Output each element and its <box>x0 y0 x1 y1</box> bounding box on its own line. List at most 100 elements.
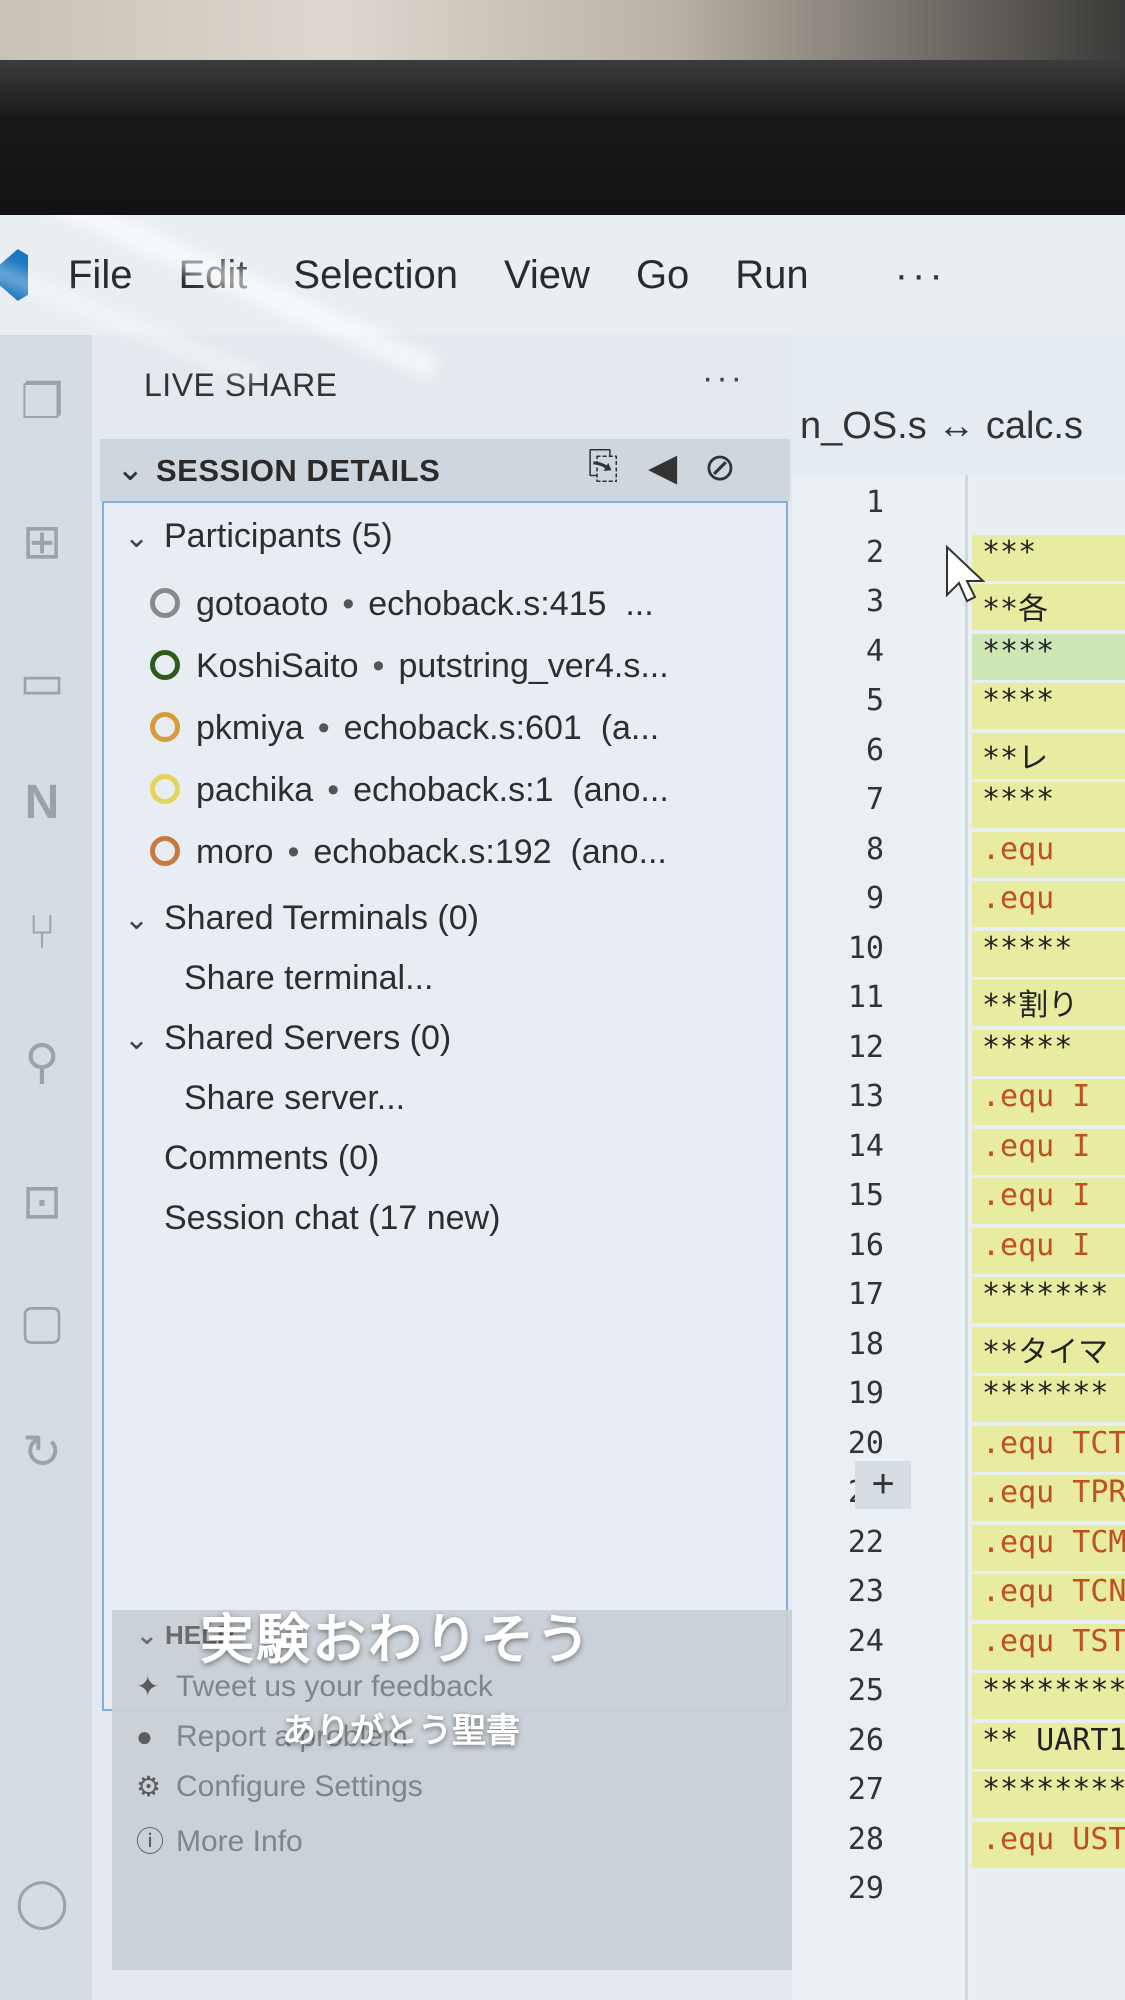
code-line: ** UART1 <box>972 1722 1125 1769</box>
caption-main-text: 実験おわりそう <box>200 1610 592 1670</box>
shared-terminals-group[interactable]: ⌄ Shared Terminals (0) <box>124 899 479 938</box>
code-line: ******* <box>972 1376 1125 1422</box>
presence-indicator-icon <box>150 712 180 743</box>
code-line: .equ <box>972 831 1125 878</box>
account-icon[interactable]: ◯ <box>14 1875 70 1931</box>
session-details-header[interactable]: ⌄ SESSION DETAILS ⎘ ◀ ⊘ <box>100 439 790 501</box>
line-number: 23 <box>847 1574 884 1609</box>
sidebar-title: LIVE SHARE <box>144 367 338 403</box>
line-number: 15 <box>847 1178 884 1213</box>
search-icon[interactable]: ⚲ <box>14 1035 70 1091</box>
participant-row[interactable]: KoshiSaito • putstring_ver4.s... <box>150 647 669 686</box>
code-line: **** <box>972 782 1125 828</box>
clipboard-icon[interactable]: ⎘ <box>588 445 618 488</box>
participant-row[interactable]: pkmiya • echoback.s:601 (a... <box>150 709 659 748</box>
line-number: 1 <box>865 485 884 520</box>
participant-row[interactable]: moro • echoback.s:192 (ano... <box>150 833 667 872</box>
sidebar-more-button[interactable]: ··· <box>702 359 745 398</box>
remote-explorer-icon[interactable]: ▭ <box>14 655 70 711</box>
menu-run[interactable]: Run <box>735 253 808 298</box>
session-chat-item[interactable]: Session chat (17 new) <box>164 1199 500 1238</box>
code-line: .equ I <box>972 1079 1125 1125</box>
code-line: ********* <box>972 1772 1125 1818</box>
stop-session-icon[interactable]: ⊘ <box>704 445 736 490</box>
editor-tab-title[interactable]: n_OS.s ↔ calc.s <box>800 405 1083 448</box>
line-number: 4 <box>865 633 884 669</box>
code-line: **タイマ <box>972 1326 1125 1373</box>
menu-view[interactable]: View <box>504 253 590 298</box>
chat-icon[interactable]: ▢ <box>14 1295 70 1351</box>
shared-servers-group[interactable]: ⌄ Shared Servers (0) <box>124 1019 451 1058</box>
menu-file[interactable]: File <box>68 253 132 298</box>
line-number: 9 <box>865 881 884 916</box>
line-number: 17 <box>847 1277 884 1312</box>
line-number: 29 <box>847 1871 884 1906</box>
code-line: .equ TCM <box>972 1524 1125 1571</box>
line-number: 13 <box>847 1079 884 1114</box>
code-line: **レ <box>972 732 1125 779</box>
configure-settings-link[interactable]: ⚙ Configure Settings <box>136 1770 423 1804</box>
session-details-title: SESSION DETAILS <box>156 453 441 488</box>
code-line: .equ TCN <box>972 1574 1125 1620</box>
code-line: .equ <box>972 881 1125 927</box>
participant-row[interactable]: gotoaoto • echoback.s:415 ... <box>150 585 654 624</box>
monitor-bezel <box>0 60 1125 230</box>
comments-item[interactable]: Comments (0) <box>164 1139 379 1178</box>
presence-indicator-icon <box>150 588 180 619</box>
chevron-down-icon: ⌄ <box>124 521 150 554</box>
code-line: **割り <box>972 980 1125 1026</box>
line-number: 19 <box>847 1376 884 1411</box>
gutter-divider <box>965 475 968 2000</box>
menu-bar: File Edit Selection View Go Run ··· <box>0 215 1125 335</box>
mouse-pointer-icon <box>946 545 985 603</box>
line-number: 18 <box>847 1326 884 1362</box>
code-line: ********* <box>972 1673 1125 1719</box>
line-number: 11 <box>847 980 884 1015</box>
participants-group[interactable]: ⌄ Participants (5) <box>124 517 393 556</box>
chevron-down-icon: ⌄ <box>116 450 145 488</box>
terminal-icon[interactable]: ⊡ <box>14 1175 70 1231</box>
line-number: 12 <box>847 1029 884 1065</box>
menu-go[interactable]: Go <box>636 253 689 298</box>
presence-indicator-icon <box>150 650 180 681</box>
line-number: 6 <box>865 732 884 768</box>
code-line: .equ I <box>972 1128 1125 1175</box>
info-icon: ⓘ <box>136 1826 165 1857</box>
line-number: 2 <box>865 534 884 570</box>
github-icon: ● <box>136 1721 153 1752</box>
line-number: 27 <box>847 1772 884 1807</box>
participant-row[interactable]: pachika • echoback.s:1 (ano... <box>150 771 669 810</box>
add-comment-icon[interactable]: + <box>855 1461 911 1509</box>
code-line: .equ I <box>972 1227 1125 1274</box>
line-number-gutter: 1234567891011121314151617181920212223242… <box>792 475 972 2000</box>
chevron-down-icon: ⌄ <box>124 903 150 936</box>
menu-more-button[interactable]: ··· <box>895 253 947 298</box>
code-line: ***** <box>972 1029 1125 1076</box>
line-number: 28 <box>847 1821 884 1857</box>
code-line: .equ TCT <box>972 1425 1125 1472</box>
code-line: .equ TST <box>972 1623 1125 1670</box>
source-control-icon[interactable]: ⑂ <box>14 905 70 961</box>
code-line: .equ USTC <box>972 1821 1125 1868</box>
line-number: 8 <box>865 831 884 867</box>
share-terminal-item[interactable]: Share terminal... <box>184 959 433 998</box>
megaphone-icon[interactable]: ◀ <box>648 445 677 490</box>
extensions-icon[interactable]: ⊞ <box>14 515 70 571</box>
menu-edit[interactable]: Edit <box>178 253 247 298</box>
vscode-logo-icon <box>0 249 28 301</box>
presence-indicator-icon <box>150 774 180 805</box>
more-info-link[interactable]: ⓘ More Info <box>136 1820 303 1860</box>
line-number: 25 <box>847 1673 884 1708</box>
gear-icon: ⚙ <box>136 1771 162 1802</box>
explorer-icon[interactable]: ❐ <box>14 375 70 431</box>
code-line: ***** <box>972 930 1125 977</box>
session-details-panel: ⌄ Participants (5) gotoaoto • echoback.s:41… <box>102 501 788 1711</box>
code-line: .equ I <box>972 1178 1125 1224</box>
line-number: 7 <box>865 782 884 817</box>
notion-icon[interactable]: N <box>14 775 70 831</box>
menu-selection[interactable]: Selection <box>293 253 458 298</box>
code-editor[interactable]: *** **各 **** **** **レ **** .equ .equ ***** **割り **… <box>972 475 1125 2000</box>
live-share-icon[interactable]: ↻ <box>14 1425 70 1481</box>
tweet-feedback-link[interactable]: ✦ Tweet us your feedback <box>136 1670 493 1704</box>
share-server-item[interactable]: Share server... <box>184 1079 405 1118</box>
